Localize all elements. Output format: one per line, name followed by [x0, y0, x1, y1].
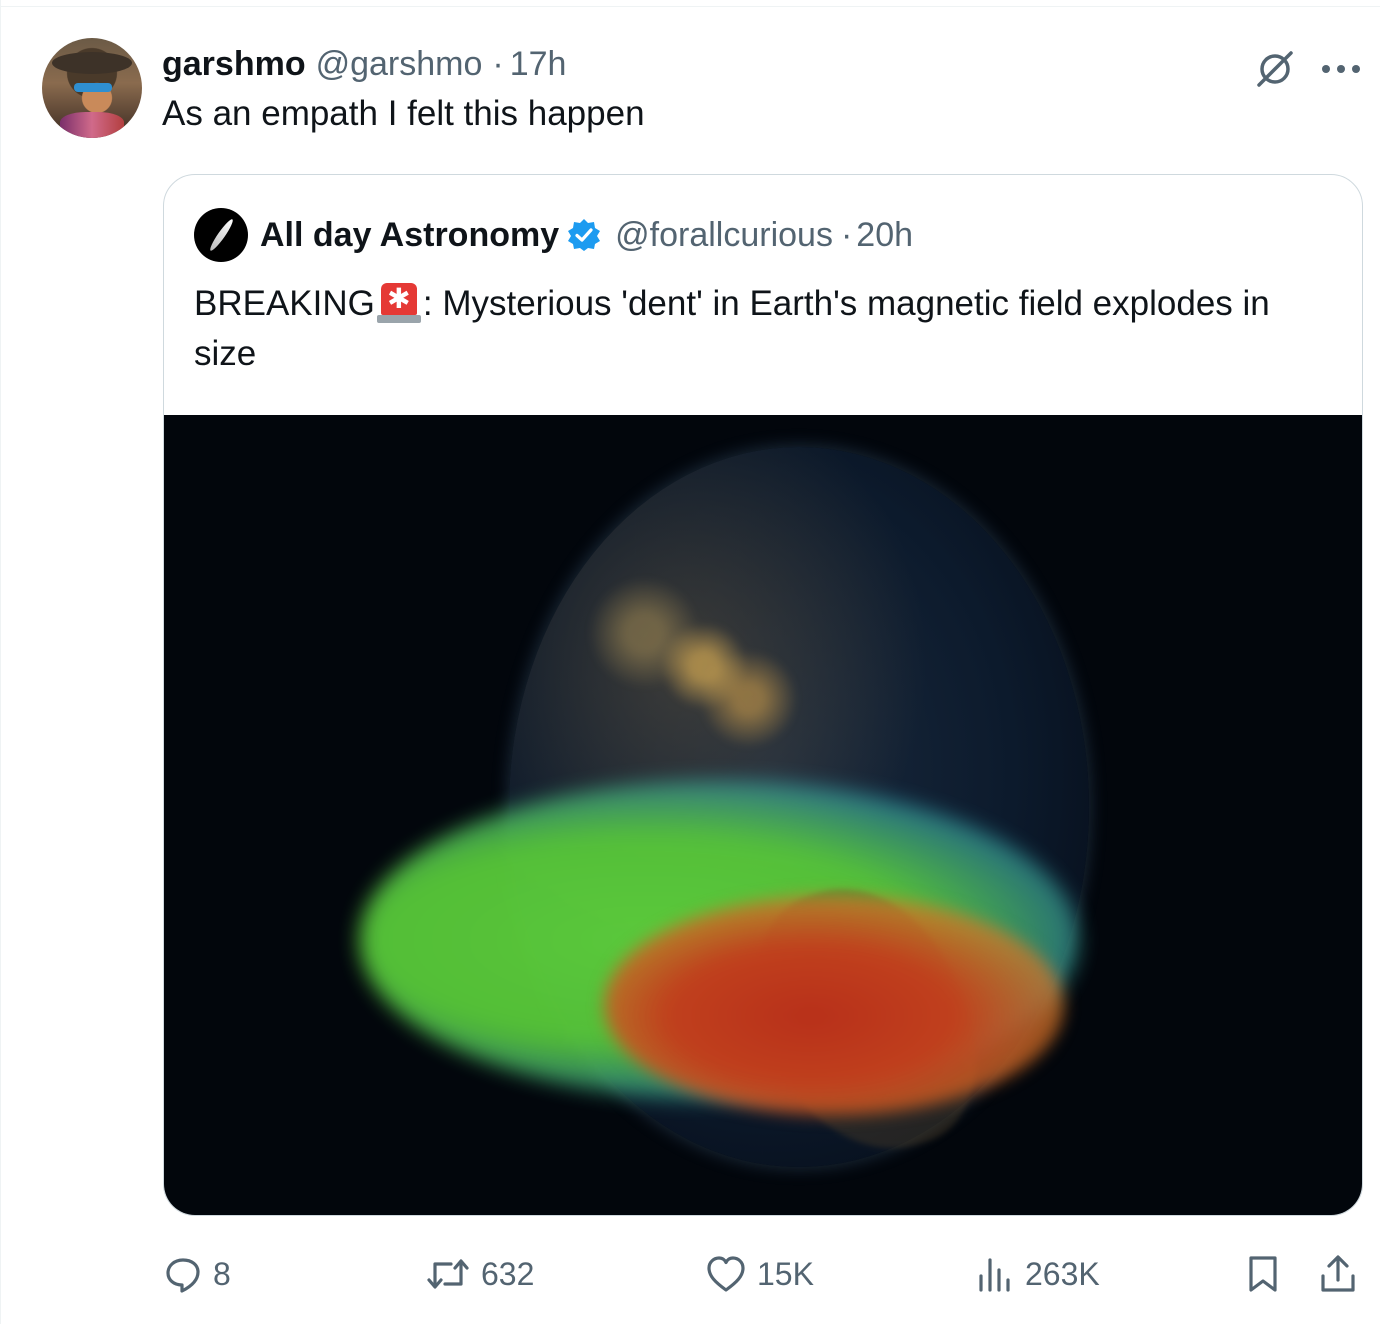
repost-count: 632 — [481, 1255, 535, 1292]
quoted-media-image[interactable] — [164, 415, 1362, 1215]
slashed-circle-icon — [1257, 51, 1293, 87]
quoted-author-handle[interactable]: @forallcurious — [615, 216, 833, 255]
like-count: 15K — [757, 1255, 814, 1292]
police-siren-icon: ✱ — [376, 281, 421, 323]
heart-icon — [707, 1256, 745, 1292]
quoted-tweet[interactable]: All day Astronomy @forallcurious · 20h B… — [163, 174, 1363, 1216]
quoted-avatar[interactable] — [194, 208, 248, 262]
avatar-glasses — [74, 83, 112, 92]
repost-button[interactable]: 632 — [425, 1246, 534, 1302]
reply-button[interactable]: 8 — [163, 1246, 231, 1302]
grok-button[interactable] — [1250, 44, 1300, 94]
quoted-text-lead: BREAKING — [194, 284, 375, 323]
tweet-text: As an empath I felt this happen — [162, 94, 645, 133]
repost-icon — [427, 1259, 469, 1289]
left-divider — [0, 0, 1, 1324]
bar-chart-icon — [979, 1258, 1010, 1292]
tweet-header: garshmo @garshmo · 17h — [162, 42, 566, 86]
ellipsis-icon — [1322, 65, 1360, 73]
author-name[interactable]: garshmo — [162, 45, 306, 84]
avatar-scarf — [60, 112, 124, 138]
magnetic-anomaly-red — [604, 895, 1064, 1115]
bookmark-button[interactable] — [1245, 1246, 1281, 1302]
quoted-text: BREAKING ✱: Mysterious 'dent' in Earth's … — [194, 279, 1334, 379]
views-count: 263K — [1025, 1255, 1100, 1292]
quoted-header: All day Astronomy @forallcurious · 20h — [194, 208, 913, 262]
quoted-author-name[interactable]: All day Astronomy — [260, 216, 559, 255]
verified-badge-icon — [568, 219, 601, 251]
quoted-timestamp[interactable]: 20h — [856, 216, 913, 255]
city-lights — [524, 545, 824, 765]
avatar-hat — [52, 52, 132, 74]
reply-count: 8 — [213, 1255, 231, 1292]
top-divider — [0, 6, 1380, 7]
author-handle[interactable]: @garshmo — [316, 45, 483, 84]
bookmark-icon — [1249, 1256, 1277, 1292]
separator-dot: · — [492, 44, 504, 83]
views-button[interactable]: 263K — [975, 1246, 1100, 1302]
share-icon — [1321, 1255, 1355, 1292]
like-button[interactable]: 15K — [705, 1246, 814, 1302]
timestamp[interactable]: 17h — [510, 45, 567, 84]
separator-dot: · — [840, 215, 853, 254]
action-bar: 8 632 15K 263K — [163, 1246, 1363, 1302]
share-button[interactable] — [1319, 1246, 1357, 1302]
reply-icon — [166, 1258, 200, 1293]
avatar[interactable] — [42, 38, 142, 138]
more-options-button[interactable] — [1316, 44, 1366, 94]
